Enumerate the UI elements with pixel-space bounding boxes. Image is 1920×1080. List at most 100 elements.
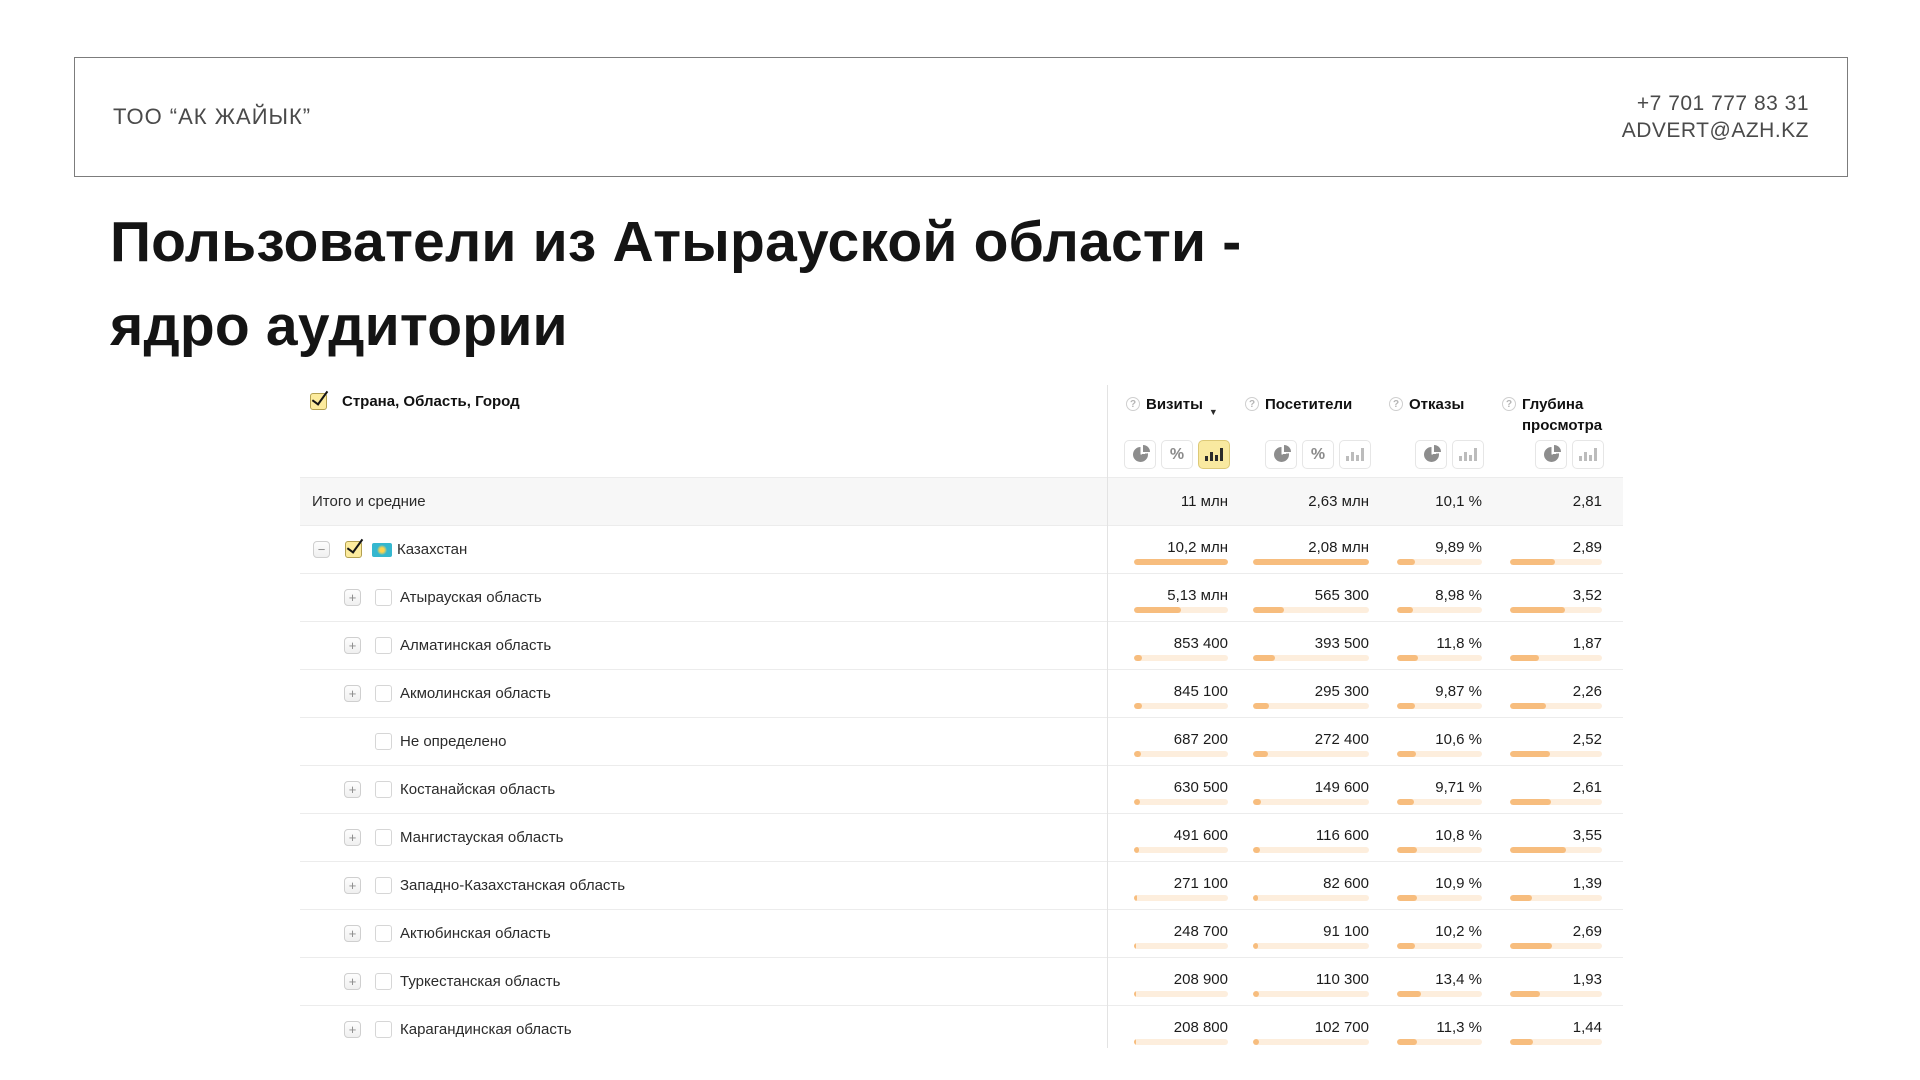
column-label-bounce[interactable]: Отказы bbox=[1409, 394, 1464, 415]
metric-bar bbox=[1134, 895, 1228, 901]
depth-pie-toggle[interactable] bbox=[1535, 440, 1567, 469]
metric-bar bbox=[1134, 847, 1228, 853]
metric-value: 491 600 bbox=[1134, 827, 1228, 844]
expand-button[interactable] bbox=[344, 1021, 361, 1038]
metric-value: 853 400 bbox=[1134, 635, 1228, 652]
collapse-button[interactable] bbox=[313, 541, 330, 558]
metric-value: 1,93 bbox=[1510, 971, 1602, 988]
metric-bar bbox=[1134, 703, 1228, 709]
metric-value: 2,63 млн bbox=[1253, 493, 1369, 510]
row-name: Мангистауская область bbox=[400, 829, 563, 846]
visits-pie-toggle[interactable] bbox=[1124, 440, 1156, 469]
metric-value: 9,87 % bbox=[1397, 683, 1482, 700]
expand-button[interactable] bbox=[344, 781, 361, 798]
bounce-display-toggles bbox=[1415, 440, 1484, 469]
metric-bar bbox=[1510, 703, 1602, 709]
expand-button[interactable] bbox=[344, 877, 361, 894]
bar-chart-icon bbox=[1459, 448, 1477, 461]
pie-chart-icon bbox=[1133, 447, 1148, 462]
expand-button[interactable] bbox=[344, 589, 361, 606]
metric-bar bbox=[1134, 751, 1228, 757]
metric-bar bbox=[1253, 703, 1369, 709]
row-checkbox[interactable] bbox=[375, 925, 392, 942]
metric-value: 1,87 bbox=[1510, 635, 1602, 652]
expand-button[interactable] bbox=[344, 973, 361, 990]
bounce-bars-toggle[interactable] bbox=[1452, 440, 1484, 469]
totals-label: Итого и средние bbox=[312, 493, 426, 510]
row-checkbox[interactable] bbox=[375, 973, 392, 990]
column-label-depth[interactable]: Глубина просмотра bbox=[1522, 394, 1627, 436]
bar-chart-icon bbox=[1346, 448, 1364, 461]
row-name: Актюбинская область bbox=[400, 925, 551, 942]
percent-icon bbox=[1170, 446, 1184, 464]
expand-button[interactable] bbox=[344, 637, 361, 654]
page-title-line1: Пользователи из Атырауской области - bbox=[110, 210, 1241, 274]
metric-value: 91 100 bbox=[1253, 923, 1369, 940]
column-label-visits[interactable]: Визиты bbox=[1146, 394, 1203, 415]
metric-bar bbox=[1510, 895, 1602, 901]
visitors-bars-toggle[interactable] bbox=[1339, 440, 1371, 469]
help-icon[interactable] bbox=[1126, 397, 1140, 411]
table-row: Не определено687 200272 40010,6 %2,52 bbox=[300, 717, 1623, 765]
dimension-header-label: Страна, Область, Город bbox=[342, 393, 520, 410]
metric-value: 11,3 % bbox=[1397, 1019, 1482, 1036]
geo-report-table: Страна, Область, Город Визиты Посетители О… bbox=[300, 385, 1623, 1048]
metric-bar bbox=[1510, 559, 1602, 565]
metric-bar bbox=[1510, 655, 1602, 661]
select-all-checkbox[interactable] bbox=[310, 393, 327, 410]
expand-button[interactable] bbox=[344, 829, 361, 846]
metric-value: 149 600 bbox=[1253, 779, 1369, 796]
row-checkbox[interactable] bbox=[375, 877, 392, 894]
metric-bar bbox=[1253, 655, 1369, 661]
visits-percent-toggle[interactable] bbox=[1161, 440, 1193, 469]
row-checkbox[interactable] bbox=[375, 829, 392, 846]
metric-bar bbox=[1397, 703, 1482, 709]
expand-button[interactable] bbox=[344, 925, 361, 942]
row-checkbox[interactable] bbox=[375, 733, 392, 750]
bar-chart-icon bbox=[1205, 448, 1223, 461]
row-checkbox[interactable] bbox=[375, 637, 392, 654]
table-row: Акмолинская область845 100295 3009,87 %2… bbox=[300, 669, 1623, 717]
expand-button[interactable] bbox=[344, 685, 361, 702]
metric-value: 2,61 bbox=[1510, 779, 1602, 796]
row-checkbox[interactable] bbox=[375, 589, 392, 606]
column-header-bounce: Отказы bbox=[1389, 394, 1464, 415]
table-row: Мангистауская область491 600116 60010,8 … bbox=[300, 813, 1623, 861]
metric-value: 2,81 bbox=[1510, 493, 1602, 510]
pie-chart-icon bbox=[1544, 447, 1559, 462]
metric-value: 2,89 bbox=[1510, 539, 1602, 556]
metric-value: 1,39 bbox=[1510, 875, 1602, 892]
row-checkbox[interactable] bbox=[375, 1021, 392, 1038]
column-label-visitors[interactable]: Посетители bbox=[1265, 394, 1352, 415]
row-name: Западно-Казахстанская область bbox=[400, 877, 625, 894]
phone-number: +7 701 777 83 31 bbox=[1622, 90, 1809, 117]
row-checkbox[interactable] bbox=[375, 781, 392, 798]
row-checkbox[interactable] bbox=[345, 541, 362, 558]
row-name: Атырауская область bbox=[400, 589, 542, 606]
bounce-pie-toggle[interactable] bbox=[1415, 440, 1447, 469]
visitors-pie-toggle[interactable] bbox=[1265, 440, 1297, 469]
depth-bars-toggle[interactable] bbox=[1572, 440, 1604, 469]
metric-bar bbox=[1397, 799, 1482, 805]
metric-value: 208 900 bbox=[1134, 971, 1228, 988]
metric-value: 1,44 bbox=[1510, 1019, 1602, 1036]
metric-value: 9,89 % bbox=[1397, 539, 1482, 556]
table-row: Карагандинская область208 800102 70011,3… bbox=[300, 1005, 1623, 1053]
metric-bar bbox=[1253, 943, 1369, 949]
metric-value: 3,55 bbox=[1510, 827, 1602, 844]
metric-value: 687 200 bbox=[1134, 731, 1228, 748]
help-icon[interactable] bbox=[1245, 397, 1259, 411]
help-icon[interactable] bbox=[1502, 397, 1516, 411]
visitors-percent-toggle[interactable] bbox=[1302, 440, 1334, 469]
row-checkbox[interactable] bbox=[375, 685, 392, 702]
dimension-header: Страна, Область, Город bbox=[310, 393, 520, 410]
table-row: Костанайская область630 500149 6009,71 %… bbox=[300, 765, 1623, 813]
metric-value: 9,71 % bbox=[1397, 779, 1482, 796]
help-icon[interactable] bbox=[1389, 397, 1403, 411]
metric-bar bbox=[1253, 895, 1369, 901]
metric-value: 565 300 bbox=[1253, 587, 1369, 604]
metric-value: 10,2 % bbox=[1397, 923, 1482, 940]
metric-value: 845 100 bbox=[1134, 683, 1228, 700]
metric-value: 11 млн bbox=[1134, 493, 1228, 510]
visits-bars-toggle[interactable] bbox=[1198, 440, 1230, 469]
